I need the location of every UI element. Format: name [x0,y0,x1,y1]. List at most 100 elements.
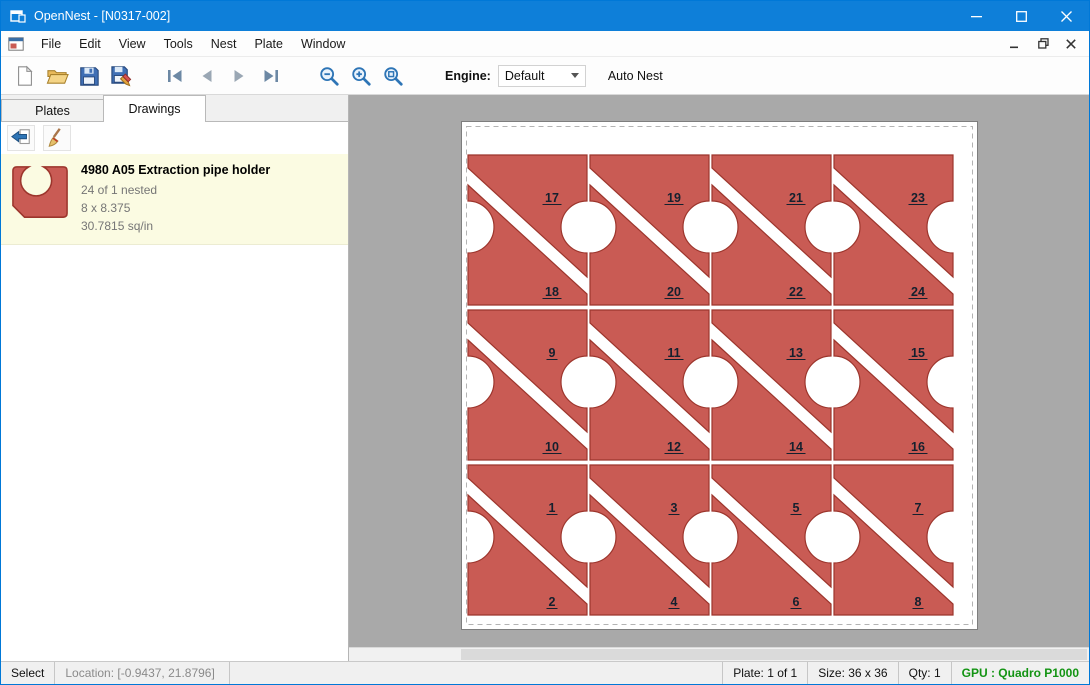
part-title: 4980 A05 Extraction pipe holder [81,163,270,177]
auto-nest-button[interactable]: Auto Nest [608,69,663,83]
engine-selected-value: Default [505,69,571,83]
mdi-restore-icon [1038,38,1049,49]
save-edit-button[interactable] [105,60,137,92]
chevron-down-icon [571,73,579,78]
part-number-label: 9 [549,346,556,360]
save-edit-icon [110,64,133,87]
nest-pair: 1718 [468,155,587,305]
part-dimensions: 8 x 8.375 [81,199,270,217]
part-number-label: 14 [789,440,803,454]
part-number-label: 17 [545,191,559,205]
main-area: Plates Drawings [1,95,1089,661]
open-folder-icon [46,64,69,87]
horizontal-scrollbar-thumb[interactable] [461,649,1087,660]
open-button[interactable] [41,60,73,92]
part-number-label: 2 [549,595,556,609]
part-number-label: 19 [667,191,681,205]
clean-button[interactable] [43,125,71,151]
zoom-in-icon [350,65,372,87]
mdi-close-button[interactable] [1058,34,1084,54]
go-previous-button[interactable] [191,60,223,92]
tab-plates[interactable]: Plates [1,99,104,122]
sidebar: Plates Drawings [1,95,349,661]
engine-select[interactable]: Default [498,65,586,87]
nest-pair: 1516 [834,310,953,460]
go-first-icon [165,66,185,86]
plate-navigation [159,60,287,92]
go-next-button[interactable] [223,60,255,92]
app-window: OpenNest - [N0317-002] File Edit View To… [0,0,1090,685]
part-number-label: 8 [915,595,922,609]
statusbar: Select Location: [-0.9437, 21.8796] Plat… [1,661,1089,684]
new-button[interactable] [9,60,41,92]
nest-pair: 1920 [590,155,709,305]
broom-icon [46,127,68,149]
zoom-extents-button[interactable] [377,60,409,92]
nest-canvas[interactable]: 171819202122232491011121314151612345678 [349,95,1089,661]
nest-pair: 78 [834,465,953,615]
minimize-button[interactable] [954,1,999,31]
part-number-label: 23 [911,191,925,205]
app-icon [10,8,26,24]
part-number-label: 24 [911,285,925,299]
nest-pair: 9 10 [468,310,587,460]
part-number-label: 12 [667,440,681,454]
nest-pair: 13 14 [712,310,831,460]
status-gpu: GPU : Quadro P1000 [951,662,1089,684]
save-button[interactable] [73,60,105,92]
tab-drawings[interactable]: Drawings [103,95,206,122]
mdi-restore-button[interactable] [1030,34,1056,54]
menu-tools[interactable]: Tools [155,32,202,56]
close-button[interactable] [1044,1,1089,31]
mdi-minimize-button[interactable] [1002,34,1028,54]
part-number-label: 4 [671,595,678,609]
menu-nest[interactable]: Nest [202,32,246,56]
send-to-nest-button[interactable] [7,125,35,151]
window-title: OpenNest - [N0317-002] [34,9,170,23]
nest-pair: 12 [468,465,587,615]
go-previous-icon [197,66,217,86]
status-mode: Select [1,662,55,684]
list-item-part[interactable]: 4980 A05 Extraction pipe holder 24 of 1 … [1,154,348,245]
new-document-icon [14,65,36,87]
menubar: File Edit View Tools Nest Plate Window [1,31,1089,57]
nest-pair: 23 24 [834,155,953,305]
mdi-minimize-icon [1010,39,1020,49]
zoom-extents-icon [382,65,404,87]
go-next-icon [229,66,249,86]
part-number-label: 10 [545,440,559,454]
sidebar-tabstrip: Plates Drawings [1,95,348,122]
go-first-button[interactable] [159,60,191,92]
status-spacer [230,662,722,684]
menu-window[interactable]: Window [292,32,354,56]
nest-pair: 56 [712,465,831,615]
go-last-button[interactable] [255,60,287,92]
status-qty: Qty: 1 [898,662,951,684]
part-number-label: 22 [789,285,803,299]
menu-plate[interactable]: Plate [245,32,292,56]
close-icon [1061,11,1072,22]
titlebar: OpenNest - [N0317-002] [1,1,1089,31]
engine-area: Engine: Default Auto Nest [445,65,663,87]
part-number-label: 1 [549,501,556,515]
main-toolbar: Engine: Default Auto Nest [1,57,1089,95]
maximize-icon [1016,11,1027,22]
horizontal-scrollbar[interactable] [349,647,1089,661]
menu-edit[interactable]: Edit [70,32,110,56]
part-area: 30.7815 sq/in [81,217,270,235]
zoom-tools [313,60,409,92]
menu-file[interactable]: File [32,32,70,56]
part-number-label: 18 [545,285,559,299]
part-number-label: 13 [789,346,803,360]
mdi-window-controls [1002,34,1084,54]
nest-pair: 34 [590,465,709,615]
plate-sheet[interactable]: 171819202122232491011121314151612345678 [461,121,978,630]
menu-view[interactable]: View [110,32,155,56]
go-last-icon [261,66,281,86]
zoom-in-button[interactable] [345,60,377,92]
maximize-button[interactable] [999,1,1044,31]
document-window-icon [8,37,24,51]
zoom-out-button[interactable] [313,60,345,92]
mdi-close-icon [1066,39,1076,49]
part-number-label: 20 [667,285,681,299]
